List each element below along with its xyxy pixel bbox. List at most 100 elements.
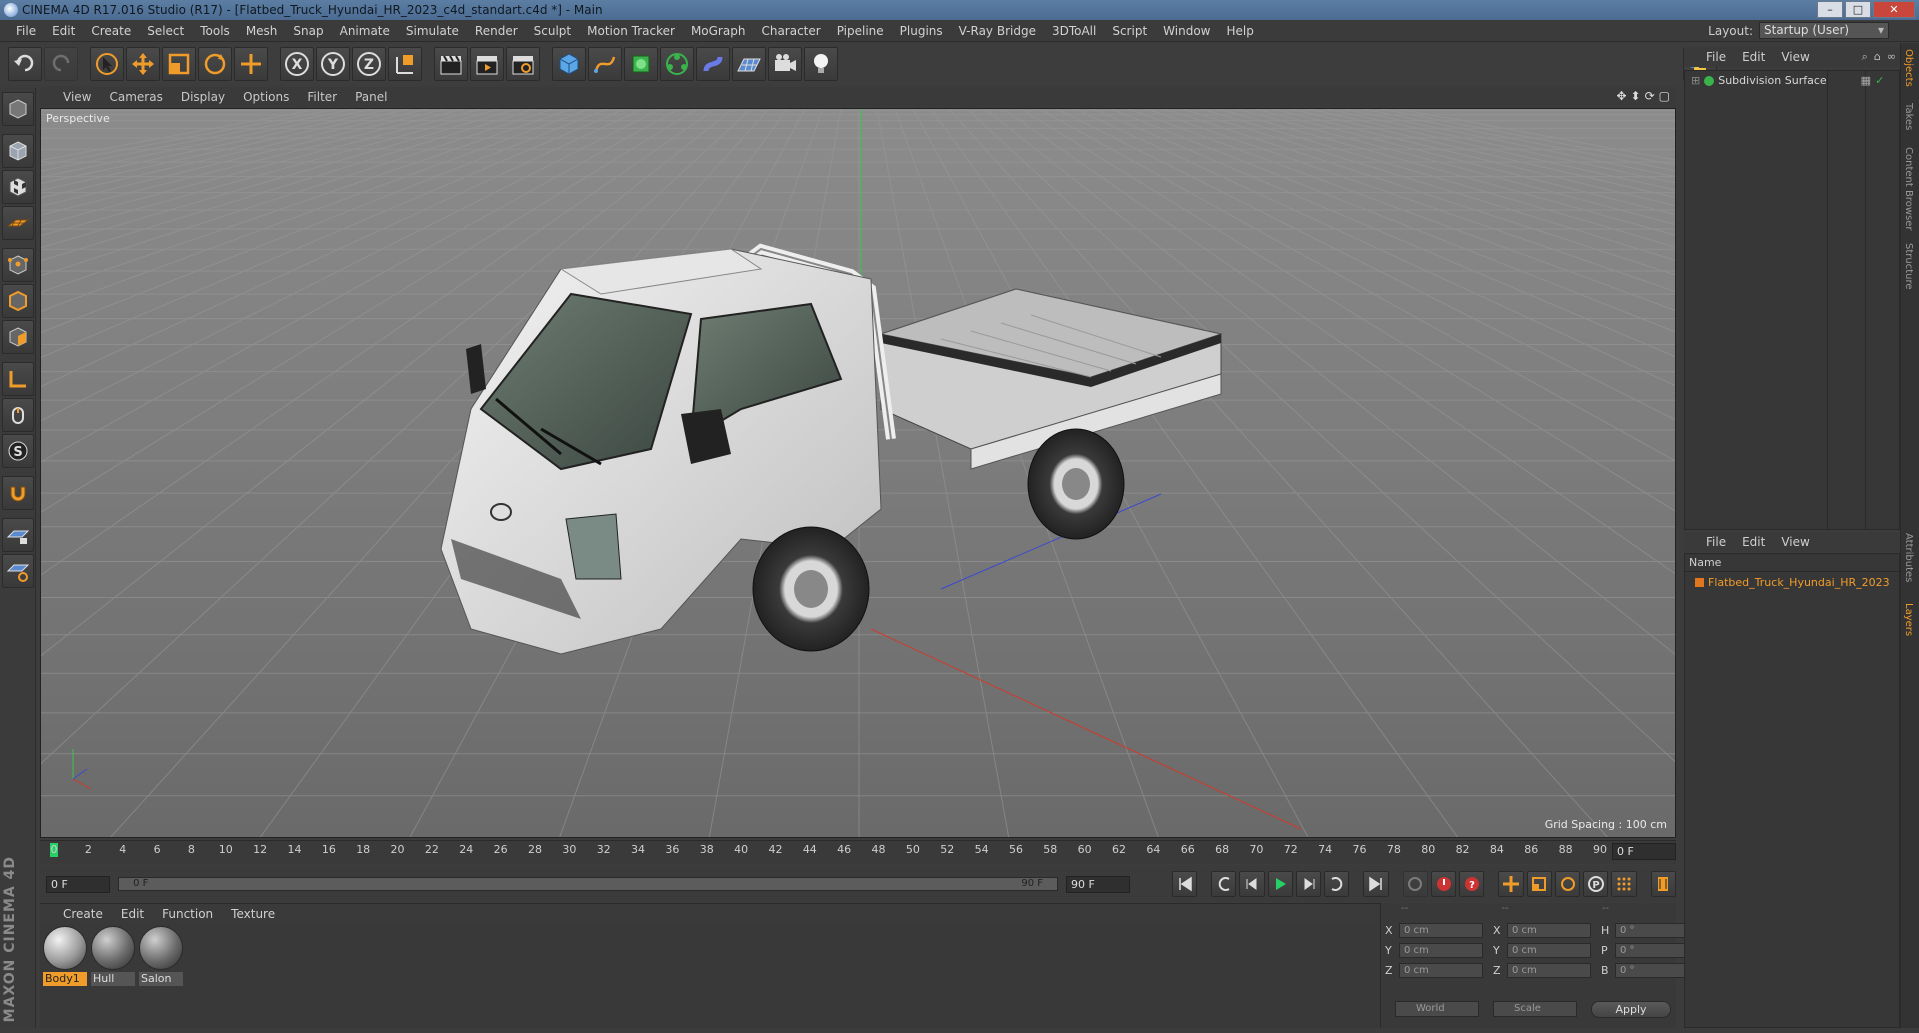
keyframe-selection-button[interactable]: ? [1459,871,1485,897]
mat-menu-create[interactable]: Create [54,907,112,921]
vp-menu-cameras[interactable]: Cameras [100,90,171,104]
move-button[interactable] [126,47,160,81]
record-keys-button[interactable] [1402,871,1428,897]
rotation-h-field[interactable]: 0 ° [1615,923,1691,938]
key-rotation-button[interactable] [1554,871,1581,897]
end-frame-field[interactable]: 90 F [1066,875,1131,893]
search-icon[interactable]: ⌕ [1862,50,1868,64]
dolly-icon[interactable]: ⬍ [1631,89,1641,103]
menu-motion-tracker[interactable]: Motion Tracker [579,20,683,42]
enabled-check-icon[interactable]: ✓ [1875,74,1884,87]
object-row[interactable]: ⊞ Subdivision Surface ▦ ✓ [1691,74,1884,87]
menu-file[interactable]: File [8,20,44,42]
tab-structure[interactable]: Structure [1903,243,1914,290]
undo-button[interactable] [8,47,42,81]
menu-select[interactable]: Select [139,20,192,42]
key-pla-button[interactable] [1611,871,1637,897]
transform-button[interactable] [234,47,268,81]
scale-dropdown[interactable]: Scale [1493,1001,1577,1017]
layer-menu-edit[interactable]: Edit [1734,535,1773,549]
menu-simulate[interactable]: Simulate [398,20,467,42]
axis-mode-button[interactable] [1,362,34,396]
menu-create[interactable]: Create [83,20,139,42]
menu-help[interactable]: Help [1218,20,1261,42]
menu-vray-bridge[interactable]: V-Ray Bridge [951,20,1044,42]
points-mode-button[interactable] [1,248,34,282]
goto-start-button[interactable] [1171,871,1198,897]
next-key-button[interactable] [1324,871,1350,897]
pan-icon[interactable]: ✥ [1616,89,1626,103]
expand-icon[interactable]: ⊞ [1691,74,1700,87]
home-icon[interactable]: ⌂ [1874,50,1881,64]
texture-mode-button[interactable] [1,170,34,204]
position-z-field[interactable]: 0 cm [1399,963,1483,978]
perspective-viewport[interactable]: Perspective Grid Spacing : 100 cm [40,108,1676,838]
menu-snap[interactable]: Snap [285,20,331,42]
menu-sculpt[interactable]: Sculpt [526,20,579,42]
frame-range-slider[interactable]: 0 F 90 F [118,877,1059,891]
cloner-button[interactable] [660,47,694,81]
vp-menu-panel[interactable]: Panel [346,90,396,104]
menu-render[interactable]: Render [467,20,526,42]
size-y-field[interactable]: 0 cm [1507,943,1591,958]
polygons-mode-button[interactable] [1,320,34,354]
maximize-button[interactable]: □ [1845,1,1871,18]
vp-menu-view[interactable]: View [54,90,100,104]
menu-script[interactable]: Script [1104,20,1155,42]
size-z-field[interactable]: 0 cm [1507,963,1591,978]
workplane-mode-button[interactable] [1,206,34,240]
material-swatch[interactable]: Body1 [43,926,87,986]
layer-menu-file[interactable]: File [1698,535,1734,549]
menu-window[interactable]: Window [1155,20,1218,42]
layer-menu-view[interactable]: View [1773,535,1817,549]
menu-mograph[interactable]: MoGraph [683,20,754,42]
play-button[interactable] [1267,871,1293,897]
tab-content-browser[interactable]: Content Browser [1903,147,1914,230]
tab-takes[interactable]: Takes [1903,103,1914,130]
timeline-ruler[interactable]: 0 2 4 6 8 10 12 14 16 18 20 22 24 26 28 30 32 34 36 38 40 42 4… [40,840,1676,864]
x-axis-button[interactable]: X [280,47,314,81]
orbit-icon[interactable]: ⟳ [1645,89,1655,103]
layer-row[interactable]: Flatbed_Truck_Hyundai_HR_2023 [1695,576,1890,589]
tab-attributes[interactable]: Attributes [1903,533,1914,582]
make-editable-button[interactable] [1,92,34,126]
rotation-p-field[interactable]: 0 ° [1615,943,1691,958]
timeline-window-button[interactable] [1650,871,1676,897]
tweak-mode-button[interactable] [1,398,34,432]
cube-primitive-button[interactable] [552,47,586,81]
tab-layers[interactable]: Layers [1903,603,1914,636]
redo-button[interactable] [44,47,78,81]
close-button[interactable]: ✕ [1873,1,1915,18]
menu-character[interactable]: Character [753,20,828,42]
deformer-button[interactable] [696,47,730,81]
menu-mesh[interactable]: Mesh [238,20,286,42]
mat-menu-function[interactable]: Function [153,907,222,921]
prev-frame-button[interactable] [1239,871,1265,897]
mat-menu-texture[interactable]: Texture [222,907,284,921]
goto-end-button[interactable] [1363,871,1389,897]
visibility-icon[interactable]: ▦ [1861,74,1871,87]
material-swatch[interactable]: Salon [139,926,183,986]
prev-key-button[interactable] [1211,871,1237,897]
material-swatch[interactable]: Hull [91,926,135,986]
render-settings-button[interactable] [506,47,540,81]
obj-menu-edit[interactable]: Edit [1734,50,1773,64]
mat-menu-edit[interactable]: Edit [112,907,153,921]
snapping-button[interactable]: S [1,434,34,468]
subdivision-surface-button[interactable] [624,47,658,81]
link-icon[interactable]: ∞ [1887,50,1896,64]
start-frame-field[interactable]: 0 F [46,875,111,893]
vp-menu-display[interactable]: Display [172,90,234,104]
locked-workplane-button[interactable] [1,518,34,552]
menu-edit[interactable]: Edit [44,20,83,42]
tab-objects[interactable]: Objects [1903,49,1914,87]
world-dropdown[interactable]: World [1395,1001,1479,1017]
y-axis-button[interactable]: Y [316,47,350,81]
current-frame-field[interactable]: 0 F [1612,843,1676,860]
menu-pipeline[interactable]: Pipeline [829,20,892,42]
layout-dropdown[interactable]: Startup (User) [1759,22,1889,39]
minimize-button[interactable]: – [1817,1,1843,18]
key-scale-button[interactable] [1526,871,1552,897]
rotate-button[interactable] [198,47,232,81]
live-selection-button[interactable] [90,47,124,81]
